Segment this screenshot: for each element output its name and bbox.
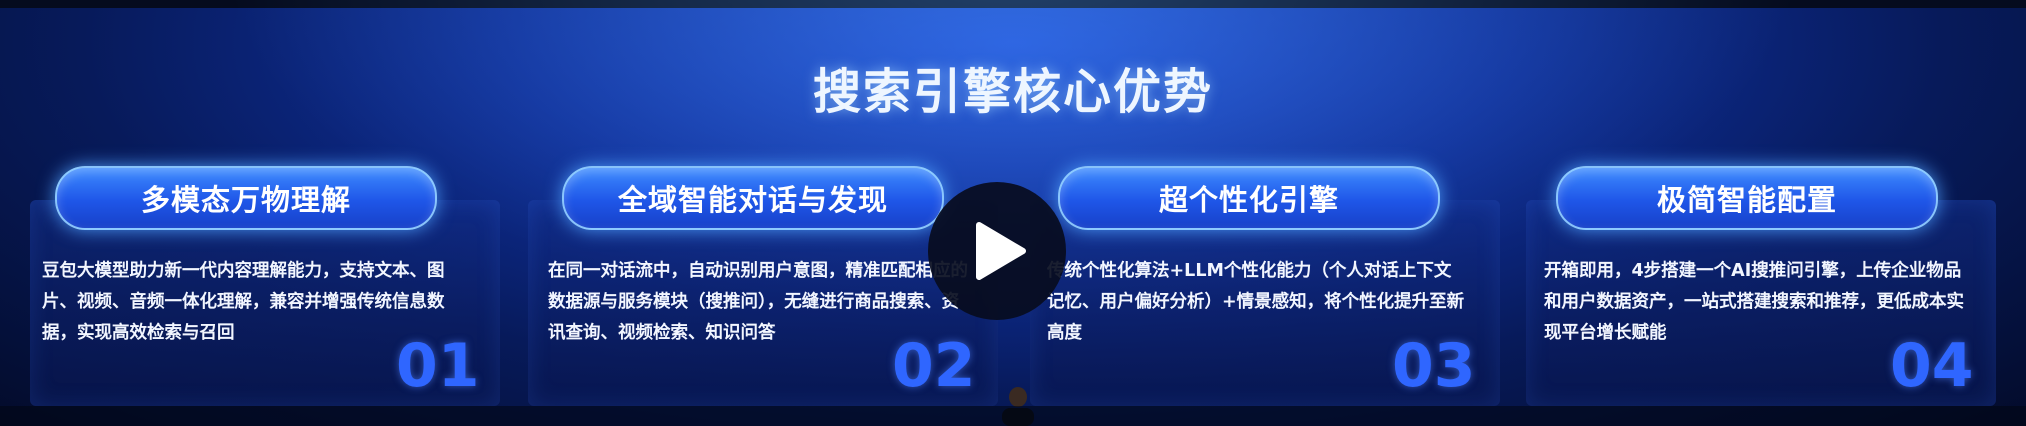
feature-label-4: 极简智能配置 — [1556, 166, 1938, 230]
feature-number-3: 03 — [1392, 331, 1476, 401]
page-title: 搜索引擎核心优势 — [812, 64, 1213, 120]
play-icon — [976, 222, 1026, 280]
feature-label-3: 超个性化引擎 — [1058, 166, 1440, 230]
stage-floor — [0, 406, 2026, 426]
play-button[interactable] — [928, 182, 1066, 320]
feature-number-4: 04 — [1890, 331, 1974, 401]
feature-label-1: 多模态万物理解 — [55, 166, 437, 230]
feature-number-2: 02 — [892, 331, 976, 401]
feature-number-1: 01 — [396, 331, 480, 401]
feature-label-2: 全域智能对话与发现 — [562, 166, 944, 230]
top-strip — [0, 0, 2026, 8]
